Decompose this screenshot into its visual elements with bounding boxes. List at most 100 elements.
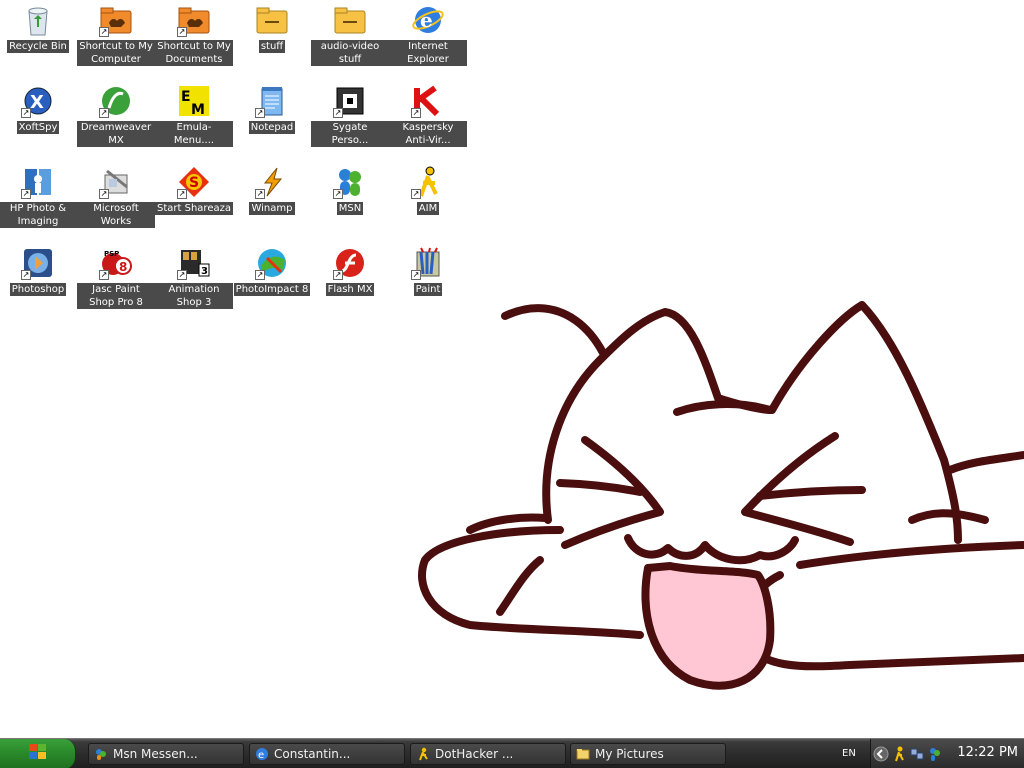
desktop-icon[interactable]: ↗ Photoshop (0, 245, 77, 325)
desktop-icon-label: PhotoImpact 8 (233, 283, 311, 296)
aim-icon (416, 747, 430, 761)
task-button-dothacker[interactable]: DotHacker ... (410, 743, 566, 765)
desktop-icon[interactable]: ↗ Notepad (233, 83, 311, 163)
desktop-icon[interactable]: audio-video stuff (311, 2, 389, 82)
desktop-icon-label: XoftSpy (16, 121, 60, 134)
desktop-icon[interactable]: ↗ Shortcut to My Documents (155, 2, 233, 82)
shortcut-arrow-icon: ↗ (255, 189, 265, 199)
desktop-icon-label: MSN (336, 202, 364, 215)
shortcut-arrow-icon: ↗ (333, 108, 343, 118)
desktop-icon[interactable]: X ↗ XoftSpy (0, 83, 77, 163)
task-button-my-pictures[interactable]: My Pictures (570, 743, 726, 765)
folder-shortcut-icon: ↗ (99, 3, 133, 37)
desktop-icon[interactable]: ↗ HP Photo & Imaging (0, 164, 77, 244)
desktop-icon[interactable]: S ↗ Start Shareaza (155, 164, 233, 244)
network-tray-icon[interactable] (909, 746, 925, 762)
desktop-icon[interactable]: ↗ Microsoft Works (77, 164, 155, 244)
hp-photo-icon: ↗ (21, 165, 55, 199)
show-hidden-icons-chevron-icon[interactable] (873, 746, 889, 762)
shortcut-arrow-icon: ↗ (411, 270, 421, 280)
svg-text:E: E (181, 89, 191, 105)
shortcut-arrow-icon: ↗ (99, 270, 109, 280)
language-indicator[interactable]: EN (842, 748, 856, 759)
photoshop-icon: ↗ (21, 246, 55, 280)
shortcut-arrow-icon: ↗ (177, 189, 187, 199)
shortcut-arrow-icon: ↗ (411, 189, 421, 199)
desktop-icon[interactable]: 3 ↗ Animation Shop 3 (155, 245, 233, 325)
desktop-icon-label: Dreamweaver MX (77, 121, 155, 147)
aim-tray-icon[interactable] (891, 746, 907, 762)
folder-window-icon (576, 747, 590, 761)
desktop-icon-label: Start Shareaza (155, 202, 233, 215)
ie-window-icon: e (255, 747, 269, 761)
desktop-icon[interactable]: ↗ MSN (311, 164, 389, 244)
shortcut-arrow-icon: ↗ (411, 108, 421, 118)
shortcut-arrow-icon: ↗ (255, 270, 265, 280)
folder-shortcut-icon: ↗ (177, 3, 211, 37)
task-button-msn[interactable]: Msn Messen... (88, 743, 244, 765)
shortcut-arrow-icon: ↗ (99, 108, 109, 118)
desktop-icon-label: Shortcut to My Computer (77, 40, 155, 66)
desktop-icon-label: Animation Shop 3 (155, 283, 233, 309)
desktop-icon-label: Jasc Paint Shop Pro 8 (77, 283, 155, 309)
desktop-icon[interactable]: E M Emula-Menu.... (155, 83, 233, 163)
desktop-icon-label: AIM (416, 202, 440, 215)
folder-icon (333, 3, 367, 37)
xoftspy-icon: X ↗ (21, 84, 55, 118)
microsoft-works-icon: ↗ (99, 165, 133, 199)
desktop-icon-label: Notepad (248, 121, 296, 134)
desktop-icon-label: Paint (413, 283, 443, 296)
msn-icon: ↗ (333, 165, 367, 199)
desktop-icon[interactable]: e Internet Explorer (389, 2, 467, 82)
svg-text:e: e (258, 750, 264, 761)
shortcut-arrow-icon: ↗ (333, 189, 343, 199)
desktop-icon-label: Flash MX (325, 283, 375, 296)
msn-icon (94, 747, 108, 761)
shortcut-arrow-icon: ↗ (21, 270, 31, 280)
msn-tray-icon[interactable] (927, 746, 943, 762)
desktop-icon-label: Internet Explorer (389, 40, 467, 66)
svg-text:8: 8 (119, 260, 127, 274)
desktop-icon-label: stuff (258, 40, 286, 53)
start-button[interactable] (0, 739, 76, 768)
desktop-icon-label: Microsoft Works (77, 202, 155, 228)
desktop-icon[interactable]: stuff (233, 2, 311, 82)
svg-text:S: S (189, 175, 199, 191)
internet-explorer-icon: e (411, 3, 445, 37)
windows-logo-icon (28, 744, 47, 764)
shareaza-icon: S ↗ (177, 165, 211, 199)
desktop-icon[interactable]: ↗ Paint (389, 245, 467, 325)
desktop-icon[interactable]: ↗ Kaspersky Anti-Vir... (389, 83, 467, 163)
shortcut-arrow-icon: ↗ (99, 27, 109, 37)
desktop-icon[interactable]: ↗ Shortcut to My Computer (77, 2, 155, 82)
desktop-icon-label: Sygate Perso... (311, 121, 389, 147)
desktop-icon-grid: Recycle Bin ↗ Shortcut to My Computer ↗ Shor… (0, 0, 470, 320)
desktop-icon[interactable]: ↗ Winamp (233, 164, 311, 244)
clock[interactable]: 12:22 PM (957, 745, 1018, 760)
aim-icon: ↗ (411, 165, 445, 199)
desktop-icon[interactable]: 8 PSP ↗ Jasc Paint Shop Pro 8 (77, 245, 155, 325)
flash-icon: ↗ (333, 246, 367, 280)
desktop[interactable]: Recycle Bin ↗ Shortcut to My Computer ↗ Shor… (0, 0, 1024, 768)
desktop-icon[interactable]: ↗ Dreamweaver MX (77, 83, 155, 163)
svg-text:e: e (420, 8, 433, 32)
desktop-icon[interactable]: ↗ Sygate Perso... (311, 83, 389, 163)
desktop-icon[interactable]: ↗ AIM (389, 164, 467, 244)
desktop-icon[interactable]: ↗ PhotoImpact 8 (233, 245, 311, 325)
shortcut-arrow-icon: ↗ (255, 108, 265, 118)
photoimpact-icon: ↗ (255, 246, 289, 280)
desktop-icon[interactable]: ↗ Flash MX (311, 245, 389, 325)
winamp-icon: ↗ (255, 165, 289, 199)
notepad-icon: ↗ (255, 84, 289, 118)
emula-menu-icon: EM (177, 84, 211, 118)
svg-text:3: 3 (201, 266, 208, 277)
svg-text:PSP: PSP (104, 250, 119, 258)
folder-icon (255, 3, 289, 37)
shortcut-arrow-icon: ↗ (333, 270, 343, 280)
taskbar: Msn Messen... e Constantin... DotHacker … (0, 738, 1024, 768)
recycle-bin-icon (21, 3, 55, 37)
desktop-icon[interactable]: Recycle Bin (0, 2, 77, 82)
sygate-icon: ↗ (333, 84, 367, 118)
task-button-constantin[interactable]: e Constantin... (249, 743, 405, 765)
shortcut-arrow-icon: ↗ (99, 189, 109, 199)
